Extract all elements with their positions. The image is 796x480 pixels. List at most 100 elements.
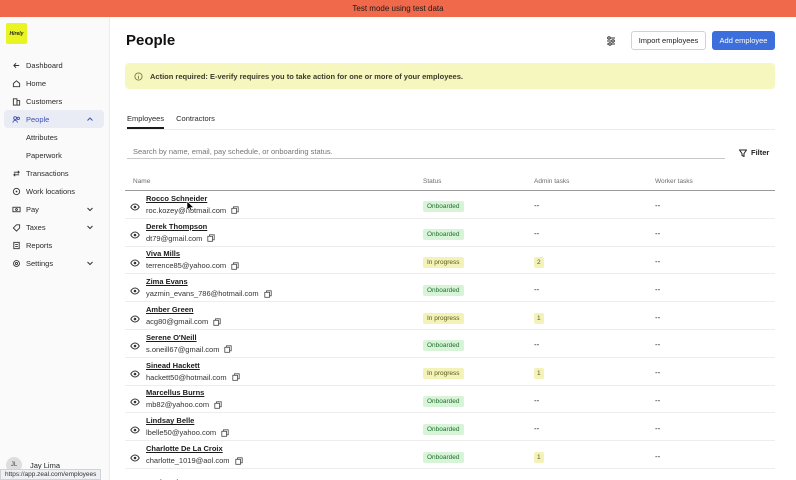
copy-icon[interactable] [264, 290, 272, 298]
admin-tasks-empty: -- [534, 395, 540, 405]
arrow-left-icon [11, 60, 21, 70]
test-mode-banner: Test mode using test data [0, 0, 796, 17]
sidebar-item-paperwork[interactable]: Paperwork [4, 146, 104, 164]
sidebar-item-taxes[interactable]: Taxes [4, 218, 104, 236]
employee-cell: Amber Green acg80@gmail.com [125, 305, 423, 326]
chevron-up-icon [87, 117, 93, 121]
table-row[interactable]: Paul Springs [125, 469, 775, 480]
status-badge: In progress [423, 368, 464, 380]
table-row[interactable]: Amber Green acg80@gmail.com In progress 1 -- [125, 302, 775, 330]
sidebar-item-reports[interactable]: Reports [4, 236, 104, 254]
import-employees-button[interactable]: Import employees [631, 31, 706, 50]
copy-icon[interactable] [231, 206, 239, 215]
sidebar-item-dashboard[interactable]: Dashboard [4, 56, 104, 74]
status-cell: In progress [423, 307, 534, 325]
header-name[interactable]: Name [125, 178, 423, 185]
admin-tasks-count[interactable]: 1 [534, 312, 544, 324]
tab-employees[interactable]: Employees [127, 114, 165, 129]
admin-tasks-cell: 1 [534, 307, 655, 325]
admin-tasks-cell: 1 [534, 362, 655, 380]
worker-tasks-empty: -- [655, 423, 661, 433]
table-row[interactable]: Marcellus Burns mb82@yahoo.com Onboarded --… [125, 386, 775, 414]
employee-name-link[interactable]: Serene O'Neill [146, 333, 232, 342]
copy-icon[interactable] [213, 317, 221, 326]
eye-icon[interactable] [130, 283, 140, 295]
table-row[interactable]: Derek Thompson dt79@gmail.com Onboarded -- -… [125, 219, 775, 247]
table-row[interactable]: Viva Mills terrence85@yahoo.com In progres… [125, 247, 775, 275]
sidebar-item-label: Pay [26, 204, 39, 214]
eye-icon[interactable] [130, 311, 140, 323]
sidebar-item-settings[interactable]: Settings [4, 254, 104, 272]
employee-cell: Derek Thompson dt79@gmail.com [125, 222, 423, 243]
table-row[interactable]: Rocco Schneider roc.kozey@hotmail.com Onbo… [125, 191, 775, 219]
employee-name-link[interactable]: Marcellus Burns [146, 388, 222, 397]
worker-tasks-cell: -- [655, 307, 775, 325]
sidebar-item-customers[interactable]: Customers [4, 92, 104, 110]
employee-name-link[interactable]: Charlotte De La Croix [146, 444, 243, 453]
employee-name-link[interactable]: Viva Mills [146, 249, 239, 258]
employee-name-link[interactable]: Lindsay Belle [146, 416, 229, 425]
sidebar-item-people[interactable]: People [4, 110, 104, 128]
table-row[interactable]: Sinead Hackett hackett50@hotmail.com In pr… [125, 358, 775, 386]
copy-icon[interactable] [221, 429, 229, 437]
employee-name-link[interactable]: Amber Green [146, 305, 221, 314]
company-logo[interactable]: Hirely [6, 23, 27, 44]
settings-icon [11, 258, 21, 268]
copy-icon[interactable] [231, 373, 240, 381]
copy-icon[interactable] [224, 345, 233, 354]
sidebar-item-pay[interactable]: Pay [4, 200, 104, 218]
eye-icon[interactable] [130, 450, 140, 462]
status-cell: Onboarded [423, 446, 534, 464]
copy-icon[interactable] [214, 401, 222, 409]
admin-tasks-count[interactable]: 1 [534, 368, 544, 380]
worker-tasks-empty: -- [655, 368, 661, 378]
table-row[interactable]: Lindsay Belle lbelle50@yahoo.com Onboarded… [125, 413, 775, 442]
table-row[interactable]: Charlotte De La Croix charlotte_1019@aol.… [125, 441, 775, 469]
status-badge: Onboarded [423, 423, 464, 435]
people-icon [11, 114, 21, 124]
copy-icon[interactable] [231, 262, 239, 270]
eye-icon[interactable] [130, 227, 140, 239]
employee-email-text: lbelle50@yahoo.com [146, 428, 217, 438]
sidebar-item-attributes[interactable]: Attributes [4, 128, 104, 146]
admin-tasks-count[interactable]: 2 [534, 256, 544, 268]
header-admin-tasks[interactable]: Admin tasks [534, 178, 655, 185]
admin-tasks-count[interactable]: 1 [534, 451, 544, 463]
sliders-icon[interactable] [604, 34, 618, 48]
employee-email: yazmin_evans_786@hotmail.com [146, 289, 272, 298]
header-status[interactable]: Status [423, 178, 534, 185]
eye-icon[interactable] [130, 199, 140, 211]
filter-label: Filter [751, 148, 770, 157]
search-input[interactable] [127, 144, 725, 159]
filter-button[interactable]: Filter [739, 148, 769, 157]
eye-icon[interactable] [130, 394, 140, 406]
eye-icon[interactable] [130, 366, 140, 378]
table-row[interactable]: Serene O'Neill s.oneill67@gmail.com Onboar… [125, 330, 775, 358]
transactions-icon [11, 168, 21, 178]
worker-tasks-empty: -- [655, 284, 661, 294]
eye-icon[interactable] [130, 422, 140, 434]
eye-icon[interactable] [130, 255, 140, 267]
employee-name-link[interactable]: Zima Evans [146, 277, 272, 286]
admin-tasks-cell: -- [534, 390, 655, 408]
copy-icon[interactable] [207, 234, 215, 242]
admin-tasks-cell: -- [534, 334, 655, 352]
sidebar-item-label: Customers [26, 96, 63, 106]
sidebar-item-home[interactable]: Home [4, 74, 104, 92]
tabs-divider [125, 129, 775, 130]
header-worker-tasks[interactable]: Worker tasks [655, 178, 775, 185]
employee-info: Derek Thompson dt79@gmail.com [146, 222, 215, 243]
tab-contractors[interactable]: Contractors [176, 114, 215, 129]
employee-email-text: s.oneill67@gmail.com [146, 344, 220, 354]
employee-name-link[interactable]: Derek Thompson [146, 222, 215, 231]
eye-icon[interactable] [130, 338, 140, 350]
add-employee-button[interactable]: Add employee [712, 31, 775, 50]
sidebar-item-label: Transactions [26, 168, 69, 178]
sidebar-item-work-locations[interactable]: Work locations [4, 182, 104, 200]
copy-icon[interactable] [234, 456, 243, 465]
employee-email-text: terrence85@yahoo.com [146, 261, 227, 271]
employee-name-link[interactable]: Sinead Hackett [146, 361, 240, 370]
table-row[interactable]: Zima Evans yazmin_evans_786@hotmail.com On… [125, 274, 775, 303]
employee-info: Zima Evans yazmin_evans_786@hotmail.com [146, 277, 272, 298]
sidebar-item-transactions[interactable]: Transactions [4, 164, 104, 182]
